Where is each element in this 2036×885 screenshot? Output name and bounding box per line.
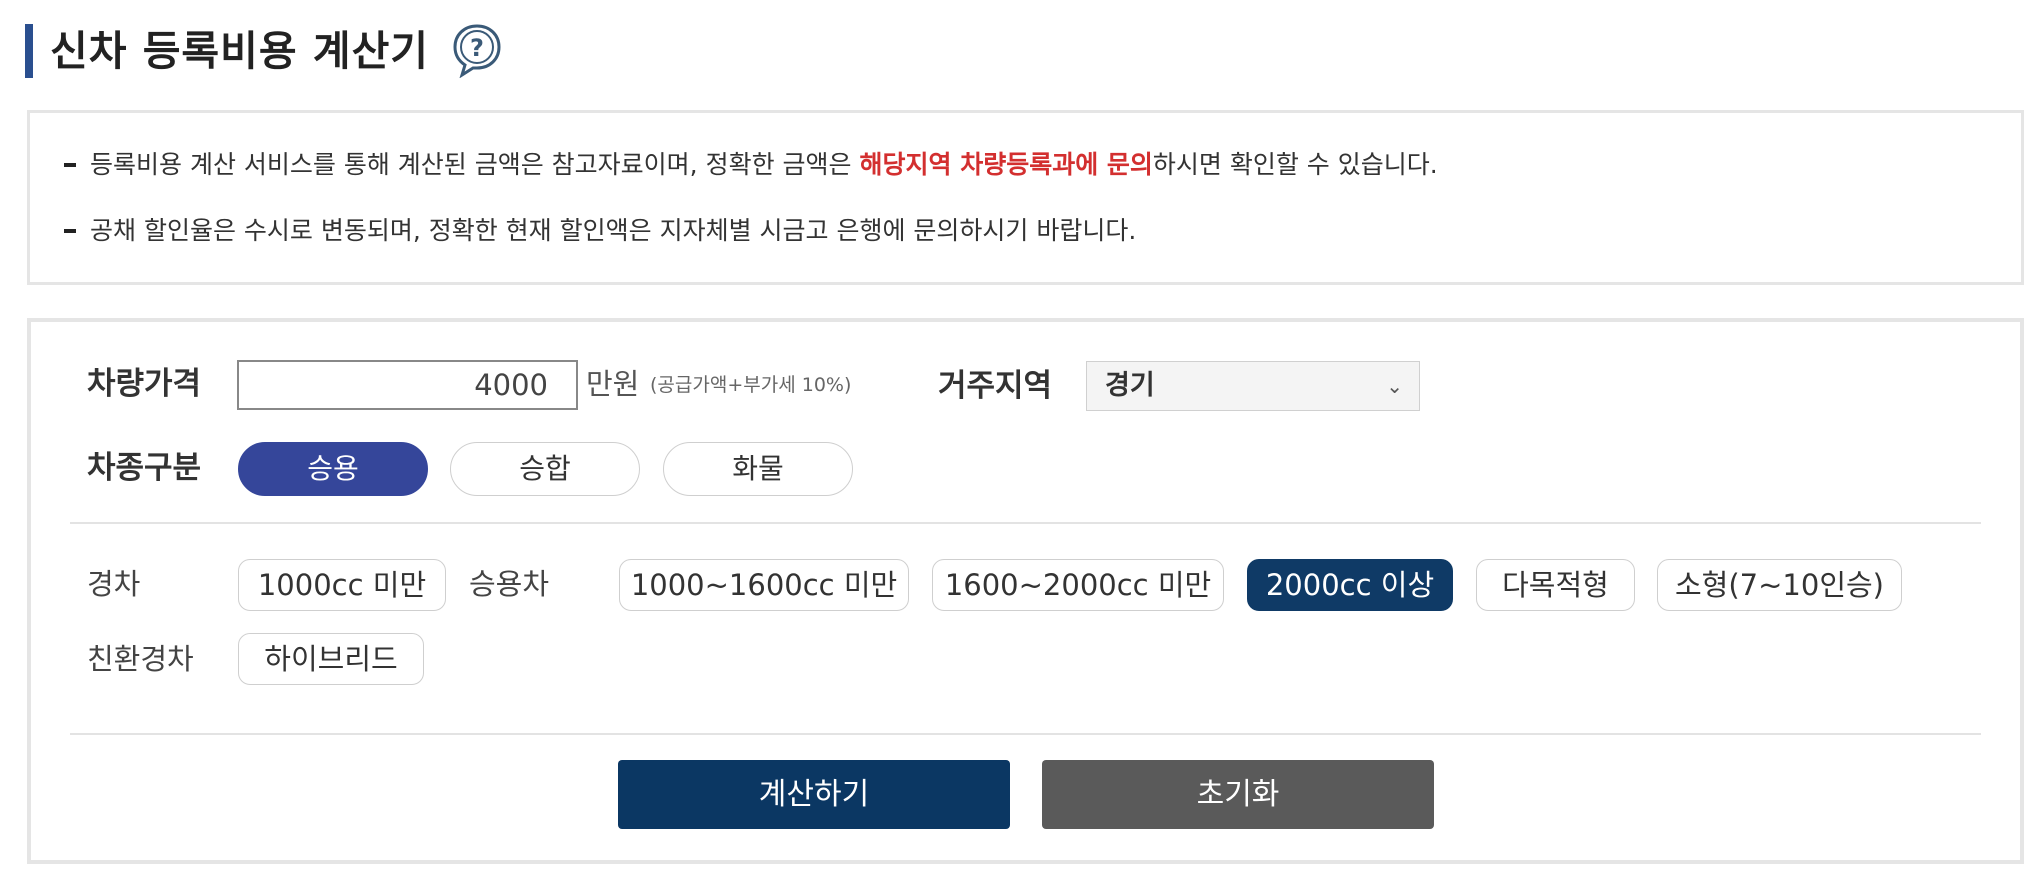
notice-line-2: 공채 할인율은 수시로 변동되며, 정확한 현재 할인액은 지자체별 시금고 은… [90, 214, 1136, 248]
price-note: (공급가액+부가세 10%) [650, 374, 852, 396]
type-truck-button[interactable]: 화물 [663, 442, 853, 496]
divider [70, 733, 1981, 735]
eco-car-label: 친환경차 [87, 642, 194, 676]
type-label: 차종구분 [87, 450, 202, 486]
price-input[interactable] [237, 360, 578, 410]
calculate-button[interactable]: 계산하기 [618, 760, 1010, 829]
reset-button[interactable]: 초기화 [1042, 760, 1434, 829]
cc-1600-2000-chip[interactable]: 1600~2000cc 미만 [932, 559, 1224, 611]
multipurpose-chip[interactable]: 다목적형 [1476, 559, 1635, 611]
notice-text: 하시면 확인할 수 있습니다. [1152, 150, 1438, 179]
type-van-button[interactable]: 승합 [450, 442, 640, 496]
notice-box [27, 110, 2024, 285]
notice-highlight: 해당지역 차량등록과에 문의 [859, 150, 1153, 179]
notice-text: 공채 할인율은 수시로 변동되며, 정확한 현재 할인액은 지자체별 시금고 은… [90, 216, 1137, 245]
passenger-car-label: 승용차 [469, 567, 550, 601]
notice-text: 등록비용 계산 서비스를 통해 계산된 금액은 참고자료이며, 정확한 금액은 [90, 150, 860, 179]
light-car-label: 경차 [87, 567, 141, 601]
region-label: 거주지역 [938, 368, 1053, 404]
page-title: 신차 등록비용 계산기 [50, 27, 430, 75]
divider [70, 522, 1981, 524]
notice-bullet [64, 163, 76, 167]
help-icon[interactable]: ? [451, 22, 503, 79]
cc-2000-plus-chip[interactable]: 2000cc 이상 [1247, 559, 1453, 611]
region-select[interactable]: 경기 ⌄ [1086, 361, 1420, 411]
price-unit: 만원 [586, 367, 640, 401]
hybrid-chip[interactable]: 하이브리드 [238, 633, 424, 685]
title-accent-bar [25, 24, 33, 78]
region-value: 경기 [1105, 370, 1155, 401]
small-7-10-seat-chip[interactable]: 소형(7~10인승) [1657, 559, 1902, 611]
notice-bullet [64, 229, 76, 233]
light-1000cc-chip[interactable]: 1000cc 미만 [238, 559, 446, 611]
type-passenger-button[interactable]: 승용 [238, 442, 428, 496]
cc-1000-1600-chip[interactable]: 1000~1600cc 미만 [619, 559, 909, 611]
svg-text:?: ? [470, 34, 484, 62]
price-label: 차량가격 [87, 366, 202, 402]
chevron-down-icon: ⌄ [1386, 374, 1403, 398]
notice-line-1: 등록비용 계산 서비스를 통해 계산된 금액은 참고자료이며, 정확한 금액은 … [90, 148, 1438, 182]
